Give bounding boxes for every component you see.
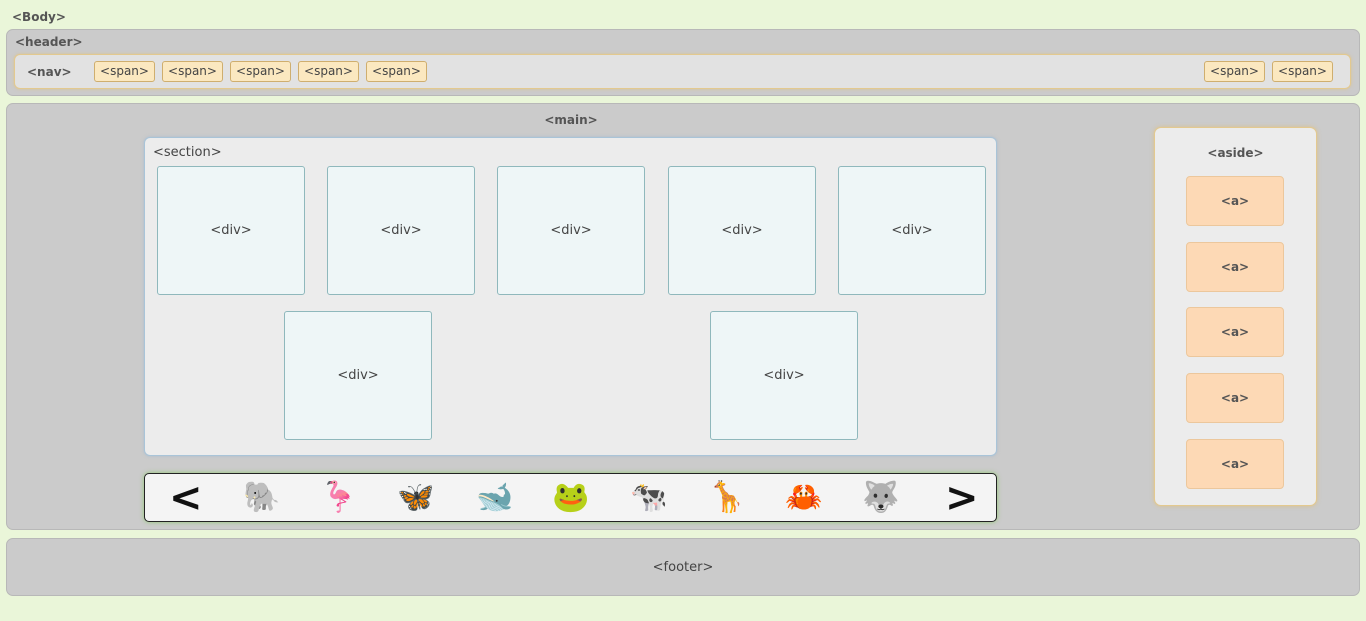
- frog-icon[interactable]: 🐸: [551, 480, 591, 516]
- giraffe-icon[interactable]: 🦒: [707, 480, 747, 516]
- whale-icon[interactable]: 🐋: [475, 480, 515, 516]
- section-div-1[interactable]: <div>: [157, 166, 305, 295]
- nav-span-3[interactable]: <span>: [230, 61, 291, 82]
- section-div-5[interactable]: <div>: [838, 166, 986, 295]
- carousel-prev-button[interactable]: <: [169, 478, 203, 518]
- section-div-3[interactable]: <div>: [497, 166, 645, 295]
- aside-link-2[interactable]: <a>: [1186, 242, 1284, 292]
- main-area: <main> <section> <div> <div> <div> <div>…: [6, 103, 1360, 530]
- page-footer: <footer>: [6, 538, 1360, 596]
- crab-icon[interactable]: 🦀: [784, 480, 824, 516]
- aside-label: <aside>: [1207, 146, 1264, 160]
- section-div-7[interactable]: <div>: [710, 311, 858, 440]
- cow-icon[interactable]: 🐄: [629, 480, 669, 516]
- nav-span-right-2[interactable]: <span>: [1272, 61, 1333, 82]
- nav-span-1[interactable]: <span>: [94, 61, 155, 82]
- page-header: <header> <nav> <span> <span> <span> <spa…: [6, 29, 1360, 96]
- flamingo-icon[interactable]: 🦩: [319, 480, 359, 516]
- nav-span-5[interactable]: <span>: [366, 61, 427, 82]
- nav-span-right-1[interactable]: <span>: [1204, 61, 1265, 82]
- body-label: <Body>: [12, 10, 66, 24]
- footer-label: <footer>: [652, 559, 714, 575]
- aside-link-4[interactable]: <a>: [1186, 373, 1284, 423]
- wolf-icon[interactable]: 🐺: [861, 480, 901, 516]
- butterfly-icon[interactable]: 🦋: [396, 480, 436, 516]
- aside-link-3[interactable]: <a>: [1186, 307, 1284, 357]
- elephant-icon[interactable]: 🐘: [242, 480, 282, 516]
- content-section: <section> <div> <div> <div> <div> <div> …: [144, 137, 997, 456]
- aside-link-1[interactable]: <a>: [1186, 176, 1284, 226]
- nav-span-2[interactable]: <span>: [162, 61, 223, 82]
- nav-bar: <nav> <span> <span> <span> <span> <span>…: [14, 54, 1351, 89]
- section-div-6[interactable]: <div>: [284, 311, 432, 440]
- sidebar-aside: <aside> <a> <a> <a> <a> <a>: [1154, 127, 1317, 506]
- nav-span-4[interactable]: <span>: [298, 61, 359, 82]
- section-div-2[interactable]: <div>: [327, 166, 475, 295]
- aside-link-5[interactable]: <a>: [1186, 439, 1284, 489]
- carousel-next-button[interactable]: >: [945, 478, 979, 518]
- section-label: <section>: [153, 145, 222, 160]
- section-div-4[interactable]: <div>: [668, 166, 816, 295]
- main-label: <main>: [544, 113, 598, 127]
- animal-carousel: < 🐘 🦩 🦋 🐋 🐸 🐄 🦒 🦀 🐺 >: [144, 473, 997, 522]
- header-label: <header>: [15, 35, 83, 49]
- nav-label: <nav>: [27, 65, 72, 79]
